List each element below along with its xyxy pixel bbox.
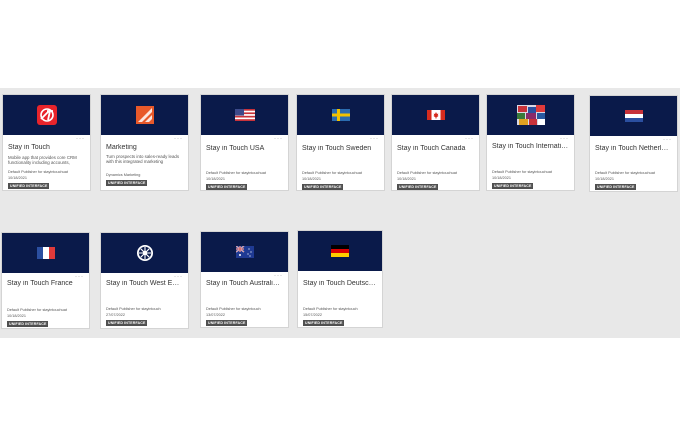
app-publisher: Default Publisher for stayintouchuat (8, 170, 68, 174)
france-flag-icon (36, 247, 55, 259)
app-banner (298, 231, 382, 271)
app-date: 10/18/2021 (397, 177, 417, 181)
app-banner (297, 95, 384, 135)
app-title: Stay in Touch (8, 144, 50, 151)
canada-flag-icon (426, 110, 445, 120)
app-card-stay-in-touch[interactable]: ··· Stay in Touch Mobile app that provid… (2, 94, 91, 191)
more-options-icon[interactable]: ··· (465, 136, 474, 142)
germany-flag-icon (331, 245, 349, 257)
app-publisher: Default Publisher for stayintouch (206, 307, 261, 311)
unified-interface-badge: UNIFIED INTERFACE (8, 183, 50, 189)
app-title: Stay in Touch Canada (397, 145, 466, 152)
app-card-netherlands[interactable]: ··· Stay in Touch Netherlands Default Pu… (589, 95, 678, 192)
app-card-australia[interactable]: ··· Stay in Touch Australia / New Zealan… (200, 231, 289, 328)
sweden-flag-icon (331, 109, 350, 121)
app-description: Mobile app that provides core CRM functi… (8, 155, 77, 166)
app-banner (201, 232, 288, 272)
app-title: Stay in Touch Deutschland (303, 280, 377, 287)
app-publisher: Default Publisher for stayintouchuat (397, 171, 457, 175)
app-title: Stay in Touch West Europe (106, 280, 183, 287)
unified-interface-badge: UNIFIED INTERFACE (106, 180, 148, 186)
more-options-icon[interactable]: ··· (274, 273, 283, 279)
app-card-sweden[interactable]: ··· Stay in Touch Sweden Default Publish… (296, 94, 385, 191)
stay-in-touch-logo-icon (36, 105, 57, 125)
app-banner (392, 95, 479, 135)
app-publisher: Default Publisher for stayintouch (303, 307, 358, 311)
app-title: Stay in Touch Australia / New Zealand (206, 280, 283, 287)
app-date: 13/07/2022 (206, 313, 226, 317)
more-options-icon[interactable]: ··· (76, 136, 85, 142)
unified-interface-badge: UNIFIED INTERFACE (206, 184, 248, 190)
app-card-france[interactable]: ··· Stay in Touch France Default Publish… (1, 232, 90, 329)
app-card-marketing[interactable]: ··· Marketing Turn prospects into sales-… (100, 94, 189, 191)
more-options-icon[interactable]: ··· (174, 136, 183, 142)
app-banner (2, 233, 89, 273)
usa-flag-icon (234, 109, 255, 121)
app-title: Stay in Touch Netherlands (595, 145, 672, 152)
app-banner (101, 233, 188, 273)
app-publisher: Default Publisher for stayintouchuat (7, 308, 67, 312)
app-date: 10/18/2021 (302, 177, 322, 181)
app-date: 10/18/2021 (492, 176, 512, 180)
unified-interface-badge: UNIFIED INTERFACE (206, 320, 248, 326)
netherlands-flag-icon (624, 110, 643, 122)
west-europe-logo-icon (136, 245, 153, 261)
unified-interface-badge: UNIFIED INTERFACE (7, 321, 49, 327)
app-date: 10/18/2021 (8, 176, 28, 180)
app-title: Stay in Touch USA (206, 145, 265, 152)
app-publisher: Default Publisher for stayintouchuat (595, 171, 655, 175)
app-banner (201, 95, 288, 135)
app-publisher: Default Publisher for stayintouch (106, 307, 161, 311)
app-card-usa[interactable]: ··· Stay in Touch USA Default Publisher … (200, 94, 289, 191)
app-banner (3, 95, 90, 135)
australia-flag-icon (235, 246, 254, 258)
app-date: 10/18/2021 (595, 177, 615, 181)
unified-interface-badge: UNIFIED INTERFACE (595, 184, 637, 190)
more-options-icon[interactable]: ··· (663, 137, 672, 143)
app-card-international[interactable]: ··· Stay in Touch International Default … (486, 94, 575, 191)
app-banner (101, 95, 188, 135)
app-date: 15/07/2022 (303, 313, 323, 317)
app-card-deutschland[interactable]: Stay in Touch Deutschland Default Publis… (297, 230, 383, 328)
app-title: Marketing (106, 144, 137, 151)
app-publisher: Default Publisher for stayintouchuat (492, 170, 552, 174)
app-banner (487, 95, 574, 135)
app-publisher: Default Publisher for stayintouchuat (302, 171, 362, 175)
unified-interface-badge: UNIFIED INTERFACE (303, 320, 345, 326)
unified-interface-badge: UNIFIED INTERFACE (492, 183, 534, 189)
app-date: 10/18/2021 (7, 314, 27, 318)
marketing-logo-icon (135, 106, 154, 124)
unified-interface-badge: UNIFIED INTERFACE (397, 184, 439, 190)
app-date: 10/18/2021 (206, 177, 226, 181)
unified-interface-badge: UNIFIED INTERFACE (106, 320, 148, 326)
more-options-icon[interactable]: ··· (560, 136, 569, 142)
app-card-canada[interactable]: ··· Stay in Touch Canada Default Publish… (391, 94, 480, 191)
app-publisher: Default Publisher for stayintouchuat (206, 171, 266, 175)
international-flags-icon (516, 105, 545, 125)
unified-interface-badge: UNIFIED INTERFACE (302, 184, 344, 190)
app-description: Turn prospects into sales-ready leads wi… (106, 154, 180, 165)
app-title: Stay in Touch International (492, 143, 569, 150)
app-date: 27/07/2022 (106, 313, 126, 317)
app-publisher: Dynamics Marketing (106, 173, 141, 177)
app-banner (590, 96, 677, 136)
app-card-west-europe[interactable]: ··· Stay in Touch West Europe Default Pu… (100, 232, 189, 329)
app-title: Stay in Touch Sweden (302, 145, 372, 152)
app-title: Stay in Touch France (7, 280, 73, 287)
more-options-icon[interactable]: ··· (370, 136, 379, 142)
more-options-icon[interactable]: ··· (274, 136, 283, 142)
